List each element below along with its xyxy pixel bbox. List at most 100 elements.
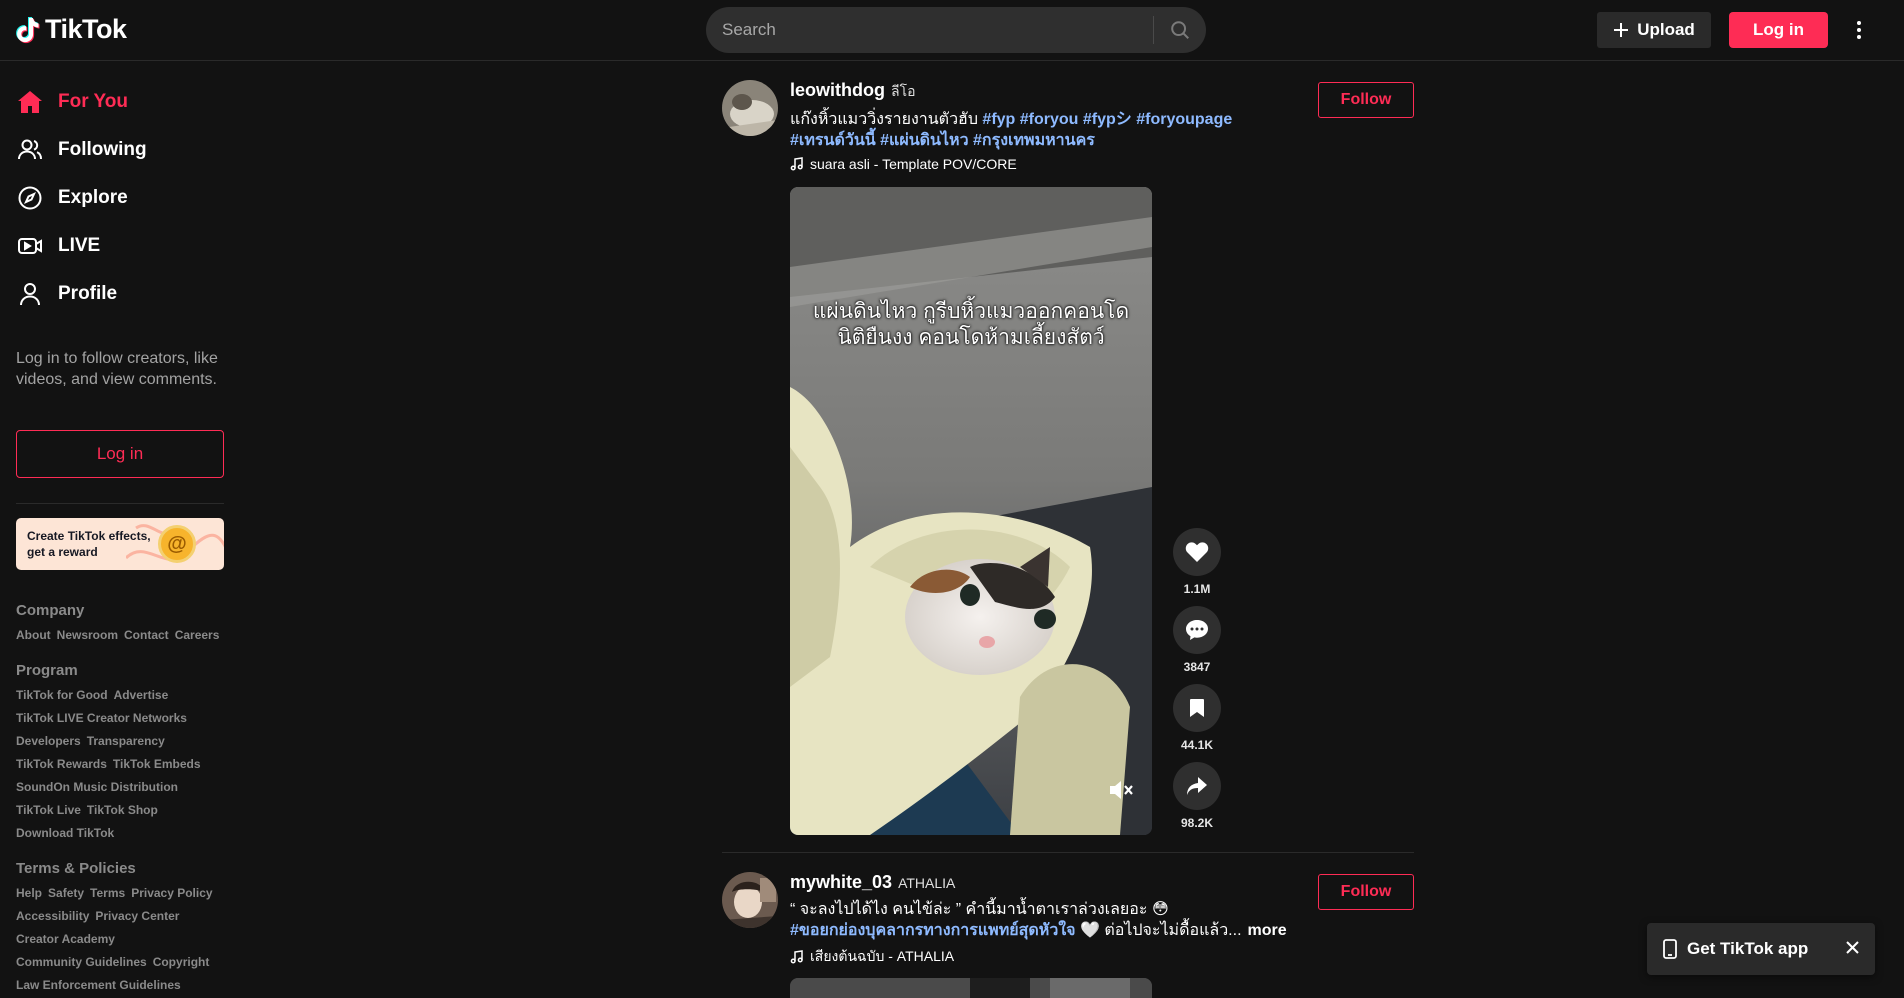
- sidebar-item-label: Following: [58, 139, 147, 160]
- hashtag[interactable]: #ขอยกย่องบุคลากรทางการแพทย์สุดหัวใจ: [790, 922, 1076, 939]
- search-button[interactable]: [1154, 7, 1206, 53]
- footer-link-privacy-policy[interactable]: Privacy Policy: [131, 885, 212, 902]
- footer-link-help[interactable]: Help: [16, 885, 42, 902]
- author-username[interactable]: mywhite_03: [790, 872, 892, 893]
- save-count: 44.1K: [1180, 738, 1214, 752]
- sidebar-item-following[interactable]: Following: [16, 130, 147, 170]
- footer-link-tiktok-live[interactable]: TikTok Live: [16, 802, 81, 819]
- author-line: mywhite_03 ATHALIA: [790, 872, 1350, 893]
- footer-link-terms[interactable]: Terms: [90, 885, 125, 902]
- comment-icon: [1186, 620, 1208, 640]
- sidebar: For You Following Explore LIVE Profile L…: [0, 62, 240, 992]
- footer-link-advertise[interactable]: Advertise: [114, 687, 169, 704]
- footer-link-copyright[interactable]: Copyright: [153, 954, 210, 971]
- footer-link-soundon[interactable]: SoundOn Music Distribution: [16, 779, 178, 796]
- save-button[interactable]: [1173, 684, 1221, 732]
- more-link[interactable]: more: [1248, 922, 1287, 939]
- scrollbar[interactable]: [1897, 62, 1904, 985]
- effects-banner[interactable]: Create TikTok effects, get a reward @: [16, 518, 224, 570]
- comment-button[interactable]: [1173, 606, 1221, 654]
- video-player[interactable]: [790, 978, 1152, 998]
- footer-link-tiktok-embeds[interactable]: TikTok Embeds: [113, 756, 201, 773]
- video-frame: [790, 187, 1152, 835]
- tiktok-logo[interactable]: TikTok: [15, 14, 127, 45]
- footer-link-creator-academy[interactable]: Creator Academy: [16, 931, 115, 948]
- sidebar-login-button[interactable]: Log in: [16, 430, 224, 478]
- users-icon: [16, 136, 44, 164]
- footer-link-careers[interactable]: Careers: [175, 627, 220, 644]
- music-title: suara asli - Template POV/CORE: [810, 156, 1017, 172]
- more-options-button[interactable]: [1848, 14, 1870, 46]
- author-nickname: ลีโอ: [890, 83, 916, 99]
- caption-text: “ จะลงไปได้ไง คนไข้ล่ะ ” คำนี้มาน้ำตาเรา…: [790, 901, 1169, 918]
- footer-link-download-tiktok[interactable]: Download TikTok: [16, 825, 114, 842]
- bookmark-icon: [1190, 699, 1204, 717]
- post-caption: “ จะลงไปได้ไง คนไข้ล่ะ ” คำนี้มาน้ำตาเรา…: [790, 899, 1350, 941]
- action-bar: 1.1M 3847 44.1K 98.2K: [1172, 528, 1222, 840]
- close-button[interactable]: [1846, 939, 1859, 959]
- hashtags-line-1[interactable]: #fyp #foryou #fypシ #foryoupage: [982, 111, 1232, 128]
- sidebar-item-for-you[interactable]: For You: [16, 82, 128, 122]
- phone-icon: [1663, 939, 1677, 959]
- footer-link-tiktok-shop[interactable]: TikTok Shop: [87, 802, 158, 819]
- like-button[interactable]: [1173, 528, 1221, 576]
- music-link[interactable]: เสียงต้นฉบับ - ATHALIA: [790, 946, 1350, 968]
- footer-link-contact[interactable]: Contact: [124, 627, 169, 644]
- overlay-line-2: นิติยืนงง คอนโดห้ามเลี้ยงสัตว์: [837, 326, 1105, 349]
- footer-terms: Terms & Policies Help Safety Terms Priva…: [16, 860, 231, 994]
- author-line: leowithdog ลีโอ: [790, 80, 1310, 103]
- footer-link-transparency[interactable]: Transparency: [87, 733, 165, 750]
- footer-program: Program TikTok for Good Advertise TikTok…: [16, 662, 231, 842]
- coin-icon: @: [158, 525, 196, 563]
- footer-program-links: TikTok for Good Advertise TikTok LIVE Cr…: [16, 687, 231, 842]
- share-button[interactable]: [1173, 762, 1221, 810]
- video-player[interactable]: แผ่นดินไหว กูรีบหิ้วแมวออกคอนโด นิติยืนง…: [790, 187, 1152, 835]
- avatar[interactable]: [722, 80, 778, 136]
- sidebar-item-live[interactable]: LIVE: [16, 226, 100, 266]
- music-link[interactable]: suara asli - Template POV/CORE: [790, 156, 1310, 172]
- caption-text: แก๊งหิ้วแมววิ่งรายงานตัวฮับ: [790, 111, 983, 128]
- footer-link-law-enforcement[interactable]: Law Enforcement Guidelines: [16, 977, 181, 994]
- footer-link-safety[interactable]: Safety: [48, 885, 84, 902]
- footer-link-tiktok-for-good[interactable]: TikTok for Good: [16, 687, 108, 704]
- upload-button[interactable]: Upload: [1597, 12, 1711, 48]
- footer-link-live-creator-networks[interactable]: TikTok LIVE Creator Networks: [16, 710, 187, 727]
- share-action: 98.2K: [1172, 762, 1222, 840]
- mute-button[interactable]: [1108, 779, 1134, 801]
- footer-link-privacy-center[interactable]: Privacy Center: [95, 908, 179, 925]
- avatar[interactable]: [722, 872, 778, 928]
- header-login-button[interactable]: Log in: [1729, 12, 1828, 48]
- like-action: 1.1M: [1172, 528, 1222, 606]
- search-icon: [1171, 21, 1189, 39]
- footer-link-newsroom[interactable]: Newsroom: [57, 627, 118, 644]
- top-header: TikTok Upload Log in: [0, 0, 1904, 61]
- logo-text: TikTok: [45, 14, 127, 44]
- share-count: 98.2K: [1180, 816, 1214, 830]
- plus-icon: [1614, 23, 1629, 37]
- follow-button[interactable]: Follow: [1318, 82, 1414, 118]
- footer-link-developers[interactable]: Developers: [16, 733, 81, 750]
- author-username[interactable]: leowithdog: [790, 80, 885, 101]
- feed-post: leowithdog ลีโอ แก๊งหิ้วแมววิ่งรายงานตัว…: [722, 80, 1414, 840]
- footer-link-community-guidelines[interactable]: Community Guidelines: [16, 954, 147, 971]
- sidebar-item-explore[interactable]: Explore: [16, 178, 128, 218]
- footer-link-about[interactable]: About: [16, 627, 51, 644]
- save-action: 44.1K: [1172, 684, 1222, 762]
- tiktok-logo-icon: [16, 16, 40, 43]
- overlay-line-1: แผ่นดินไหว กูรีบหิ้วแมวออกคอนโด: [812, 300, 1130, 323]
- like-count: 1.1M: [1183, 582, 1211, 596]
- compass-icon: [16, 184, 44, 212]
- post-header: leowithdog ลีโอ แก๊งหิ้วแมววิ่งรายงานตัว…: [790, 80, 1310, 172]
- video-overlay-text: แผ่นดินไหว กูรีบหิ้วแมวออกคอนโด นิติยืนง…: [790, 299, 1152, 351]
- hashtags-line-2[interactable]: #เทรนด์วันนี้ #แผ่นดินไหว #กรุงเทพมหานคร: [790, 132, 1095, 149]
- get-app-label: Get TikTok app: [1687, 939, 1809, 958]
- footer-link-tiktok-rewards[interactable]: TikTok Rewards: [16, 756, 107, 773]
- search-input[interactable]: [706, 20, 1153, 40]
- get-app-banner[interactable]: Get TikTok app: [1647, 923, 1875, 975]
- effects-banner-text: Create TikTok effects, get a reward: [27, 529, 151, 559]
- sidebar-item-profile[interactable]: Profile: [16, 274, 117, 314]
- post-caption: แก๊งหิ้วแมววิ่งรายงานตัวฮับ #fyp #foryou…: [790, 109, 1310, 151]
- follow-button[interactable]: Follow: [1318, 874, 1414, 910]
- footer-link-accessibility[interactable]: Accessibility: [16, 908, 89, 925]
- search-bar: [706, 7, 1206, 53]
